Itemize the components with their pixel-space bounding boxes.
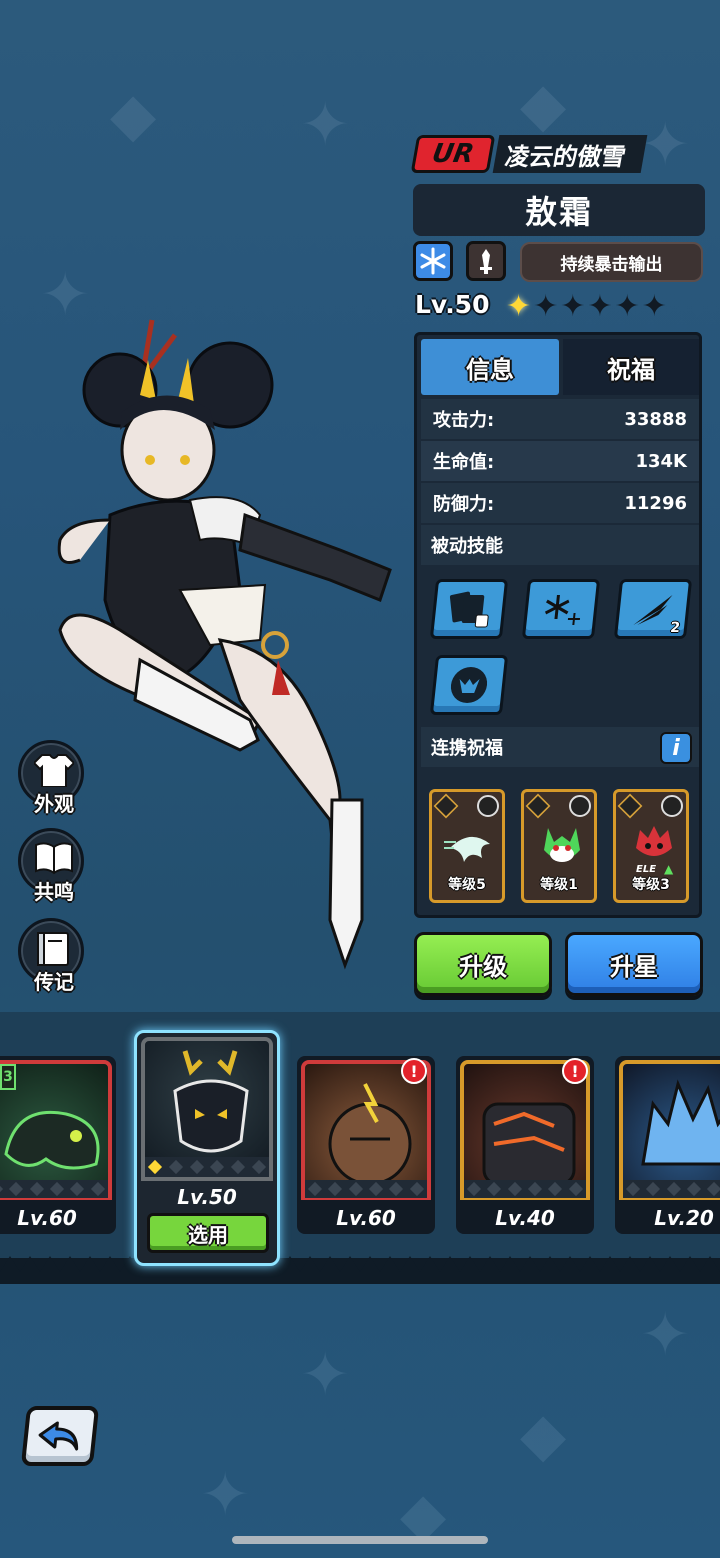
green-beast-icon [544, 828, 580, 862]
stat-value: 11296 [624, 492, 687, 514]
back-button[interactable] [20, 1406, 100, 1466]
star-icon: ✦ [587, 289, 613, 324]
pet-stars [464, 1180, 586, 1198]
pet-stars [623, 1180, 720, 1198]
side-button-label: 传记 [34, 970, 74, 994]
passive-skills-heading: 被动技能 [421, 525, 699, 565]
stat-defense: 防御力: 11296 [421, 483, 699, 523]
pet-stars [145, 1157, 269, 1177]
stat-attack: 攻击力: 33888 [421, 399, 699, 439]
blessing-card[interactable]: 等级5 [429, 789, 505, 903]
pet-stars [0, 1180, 108, 1198]
blessing-level: 等级3 [632, 877, 670, 893]
white-dragon-icon [444, 836, 490, 862]
journal-icon [37, 932, 69, 966]
upgrade-button[interactable]: 升级 [414, 932, 552, 996]
star-icon: ✦ [641, 289, 667, 324]
select-pet-button[interactable]: 选用 [147, 1213, 269, 1253]
pet-level: Lv.50 [177, 1185, 237, 1209]
alert-badge: ! [401, 1058, 427, 1084]
pet-level: Lv.20 [654, 1206, 714, 1230]
stat-hp: 生命值: 134K [421, 441, 699, 481]
hero-title-text: 凌云的傲雪 [503, 142, 629, 171]
stat-label: 防御力: [433, 494, 495, 515]
side-button-label: 外观 [34, 792, 74, 816]
pet-card[interactable]: Lv.20 [615, 1056, 720, 1234]
element-badge-icon [617, 793, 643, 819]
cards-dice-icon [449, 591, 489, 628]
stat-value: 33888 [624, 408, 687, 430]
skill-slot[interactable] [429, 655, 509, 715]
stat-label: 生命值: [433, 452, 495, 473]
blessing-card[interactable]: ELE ▲ 等级3 [613, 789, 689, 903]
sword-icon [480, 249, 492, 274]
back-arrow-icon [38, 1421, 79, 1451]
star-icon: ✦ [506, 289, 532, 324]
demon-circle-icon [450, 667, 488, 703]
heart-badge-icon [661, 795, 683, 817]
snowflakes-icon [544, 595, 581, 625]
blessing-level: 等级5 [448, 877, 486, 893]
side-button-appearance[interactable]: 外观 [18, 740, 86, 816]
blessing-card[interactable]: 等级1 [521, 789, 597, 903]
stat-label: 攻击力: [433, 410, 495, 431]
heart-badge-icon [477, 795, 499, 817]
home-indicator[interactable] [232, 1536, 488, 1544]
pet-art [619, 1060, 720, 1200]
ice-crystal-beast-icon [641, 1079, 720, 1166]
side-button-label: 共鸣 [34, 880, 74, 904]
skill-count: 2 [669, 620, 681, 636]
pet-badge: 3 [0, 1064, 16, 1090]
hero-name: 敖霜 [413, 184, 705, 236]
pet-stars [305, 1180, 427, 1198]
pet-level: Lv.60 [336, 1206, 396, 1230]
tab-info[interactable]: 信息 [421, 339, 559, 395]
stat-value: 134K [635, 450, 687, 472]
star-icon: ✦ [533, 289, 559, 324]
pet-card[interactable]: ! Lv.40 [456, 1056, 594, 1234]
star-icon: ✦ [560, 289, 586, 324]
side-button-resonance[interactable]: 共鸣 [18, 828, 86, 904]
element-badge-icon [525, 793, 551, 819]
snowflake-icon [420, 247, 446, 275]
hero-title: 凌云的傲雪 [492, 135, 648, 173]
link-blessing-heading: 连携祝福 [421, 727, 699, 767]
element-badge-icon [433, 793, 459, 819]
element-badge [413, 241, 453, 281]
skill-slot[interactable] [521, 579, 601, 639]
side-button-biography[interactable]: 传记 [18, 918, 86, 994]
pet-level: Lv.40 [495, 1206, 555, 1230]
skill-slot[interactable] [429, 579, 509, 639]
skill-slot[interactable]: 2 [613, 579, 693, 639]
green-serpent-icon [4, 1110, 100, 1170]
trait-pill[interactable]: 持续暴击输出 [520, 242, 703, 282]
pet-card[interactable]: ! Lv.60 [297, 1056, 435, 1234]
pet-level: Lv.60 [17, 1206, 77, 1230]
info-button[interactable]: i [660, 732, 692, 764]
strip-teeth-decoration [0, 1256, 720, 1272]
heart-badge-icon [569, 795, 591, 817]
shirt-icon [34, 754, 74, 787]
alert-badge: ! [562, 1058, 588, 1084]
class-badge [466, 241, 506, 281]
hero-level: Lv.50 [415, 290, 490, 319]
tab-blessing[interactable]: 祝福 [563, 339, 699, 395]
star-rating: ✦ ✦ ✦ ✦ ✦ ✦ [506, 291, 667, 323]
book-icon [35, 842, 73, 875]
rarity-badge: UR [410, 135, 496, 173]
pet-card[interactable]: 3 Lv.60 [0, 1056, 116, 1234]
star-icon: ✦ [614, 289, 640, 324]
star-up-button[interactable]: 升星 [565, 932, 703, 996]
hero-rarity-row: UR 凌云的傲雪 [410, 134, 648, 174]
hero-info-panel: 信息 祝福 攻击力: 33888 生命值: 134K 防御力: 11296 被动… [414, 332, 702, 918]
blessing-level: 等级1 [540, 877, 578, 893]
pet-art [0, 1060, 112, 1200]
pet-card-selected[interactable]: Lv.50 选用 [134, 1030, 280, 1266]
